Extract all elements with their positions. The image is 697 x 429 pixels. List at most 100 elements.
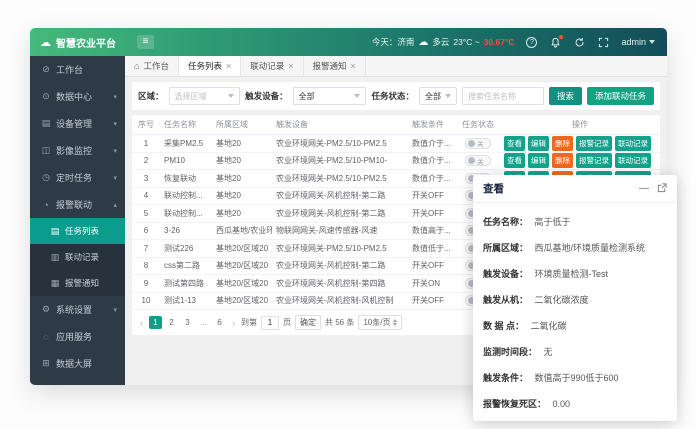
fullscreen-icon[interactable] [597,36,610,49]
search-button[interactable]: 搜索 [549,87,582,105]
detail-field: 任务名称： 高于低于 [483,209,667,235]
cell-name: 联动控制... [160,190,212,201]
minimize-icon[interactable]: — [639,184,649,194]
row-action-button[interactable]: 联动记录 [615,153,651,168]
tab-close-icon[interactable] [226,62,231,71]
sidebar-item-arrow-icon: ▾ [113,147,117,155]
cell-no: 2 [132,156,160,165]
sidebar-item-arrow-icon: ▴ [113,201,117,209]
detail-field-label: 触发条件： [483,373,528,383]
chevron-down-icon [649,40,655,44]
tab-label: 任务列表 [188,60,222,72]
next-page-icon[interactable]: › [230,318,237,328]
page-number[interactable]: 6 [213,316,226,329]
detail-field-value: 环境质量检测-Test [535,269,609,279]
row-action-button[interactable]: 编辑 [528,136,549,151]
tab[interactable]: ⌂ 工作台 [125,56,179,76]
tab[interactable]: 报警通知 [304,56,366,76]
cell-condition: 数值高于... [408,225,456,236]
col-region: 所属区域 [212,119,272,130]
sidebar-item[interactable]: ◔ 报警联动 ▴ [30,191,125,218]
sidebar-item[interactable]: ◌ 应用服务 [30,323,125,350]
username: admin [621,37,646,47]
device-select[interactable]: 全部 [293,87,367,105]
sidebar-item-icon: ⊘ [41,64,51,75]
sidebar-item[interactable]: ▤ 任务列表 [30,218,125,244]
sidebar-item-icon: ◷ [41,172,51,183]
help-icon[interactable]: ? [525,36,538,49]
sidebar-item[interactable]: ▥ 联动记录 [30,244,125,270]
tab-close-icon[interactable] [288,62,293,71]
popup-header: 查看 — [473,175,677,203]
goto-page-input[interactable] [261,316,279,330]
expand-icon[interactable] [657,180,667,198]
page-number[interactable]: ... [197,316,210,329]
tab[interactable]: 联动记录 [241,56,303,76]
tab-label: 联动记录 [250,60,284,72]
toggle-knob-icon [468,140,475,147]
tab[interactable]: 任务列表 [179,56,241,76]
row-action-button[interactable]: 编辑 [528,153,549,168]
sidebar-item[interactable]: ▦ 报警通知 [30,270,125,296]
page-size-select[interactable]: 10条/页 [358,315,402,330]
detail-field-label: 报警恢复死区： [483,399,546,409]
cell-region: 基地20 [212,138,272,149]
search-input[interactable] [462,87,544,105]
cell-name: 联动控制... [160,208,212,219]
sidebar-item[interactable]: ⊞ 数据大屏 [30,350,125,377]
cell-condition: 开关OFF [408,208,456,219]
toggle-knob-icon [468,157,475,164]
sidebar-item[interactable]: ◫ 影像监控 ▾ [30,137,125,164]
row-action-button[interactable]: 删除 [552,136,573,151]
sidebar-item[interactable]: ◷ 定时任务 ▾ [30,164,125,191]
refresh-icon[interactable] [573,36,586,49]
brand-title: 智慧农业平台 [56,35,116,50]
view-detail-popup: 查看 — 任务名称： 高于低于 所属区域： 西瓜基地/环境质量检测系统 触发设备… [473,175,677,421]
sidebar-item[interactable]: ▤ 设备管理 ▾ [30,110,125,137]
sidebar-item-label: 定时任务 [56,171,92,184]
row-action-button[interactable]: 查看 [504,136,525,151]
tab-close-icon[interactable] [351,62,356,71]
total-count: 共 56 条 [325,317,354,328]
add-linkage-task-button[interactable]: 添加联动任务 [587,87,654,105]
page-number[interactable]: 2 [165,316,178,329]
col-status: 任务状态 [456,119,500,130]
row-action-button[interactable]: 查看 [504,153,525,168]
status-toggle[interactable]: 关 [465,155,491,166]
cell-device: 农业环境网关-风机控制-第二路 [272,190,408,201]
col-ops: 操作 [500,119,660,130]
prev-page-icon[interactable]: ‹ [138,318,145,328]
row-action-button[interactable]: 报警记录 [576,136,612,151]
detail-field-value: 0.00 [553,399,571,409]
cell-region: 基地20/区域20 [212,295,272,306]
row-action-button[interactable]: 报警记录 [576,153,612,168]
sidebar-toggle-button[interactable]: ≡ [137,35,154,49]
region-select[interactable]: 选择区域 [169,87,241,105]
page-number[interactable]: 1 [149,316,162,329]
topbar: ☁ 智慧农业平台 ≡ 今天：济南 ☁ 多云 23°C ~ 30.67°C ? [30,28,667,56]
status-select[interactable]: 全部 [419,87,457,105]
cell-region: 基地20/区域20 [212,260,272,271]
sidebar-item-arrow-icon: ▾ [113,174,117,182]
sidebar-item[interactable]: ⊙ 数据中心 ▾ [30,83,125,110]
cell-device: 农业环境网关-风机控制-第二路 [272,260,408,271]
chevron-down-icon [354,94,360,98]
cell-region: 基地20/区域20 [212,243,272,254]
page-number[interactable]: 3 [181,316,194,329]
row-action-button[interactable]: 删除 [552,153,573,168]
temp-low: 23°C ~ [453,37,479,47]
cell-ops: 查看 编辑 删除 报警记录 联动记录 [500,153,660,168]
row-action-button[interactable]: 联动记录 [615,136,651,151]
notification-bell-icon[interactable] [549,36,562,49]
status-toggle[interactable]: 关 [465,138,491,149]
cell-device: 农业环境网关-风机控制-第四路 [272,278,408,289]
goto-confirm-button[interactable]: 确定 [295,315,321,330]
sidebar-item[interactable]: ⊘ 工作台 [30,56,125,83]
cell-condition: 数值介于... [408,155,456,166]
cell-region: 西瓜基地/农业环... [212,225,272,236]
weather-today-label: 今天：济南 [372,36,415,48]
user-menu[interactable]: admin [621,37,655,47]
cell-name: 测试226 [160,243,212,254]
cell-device: 农业环境网关-PM2.5/10-PM10- [272,155,408,166]
sidebar-item[interactable]: ⚙ 系统设置 ▾ [30,296,125,323]
